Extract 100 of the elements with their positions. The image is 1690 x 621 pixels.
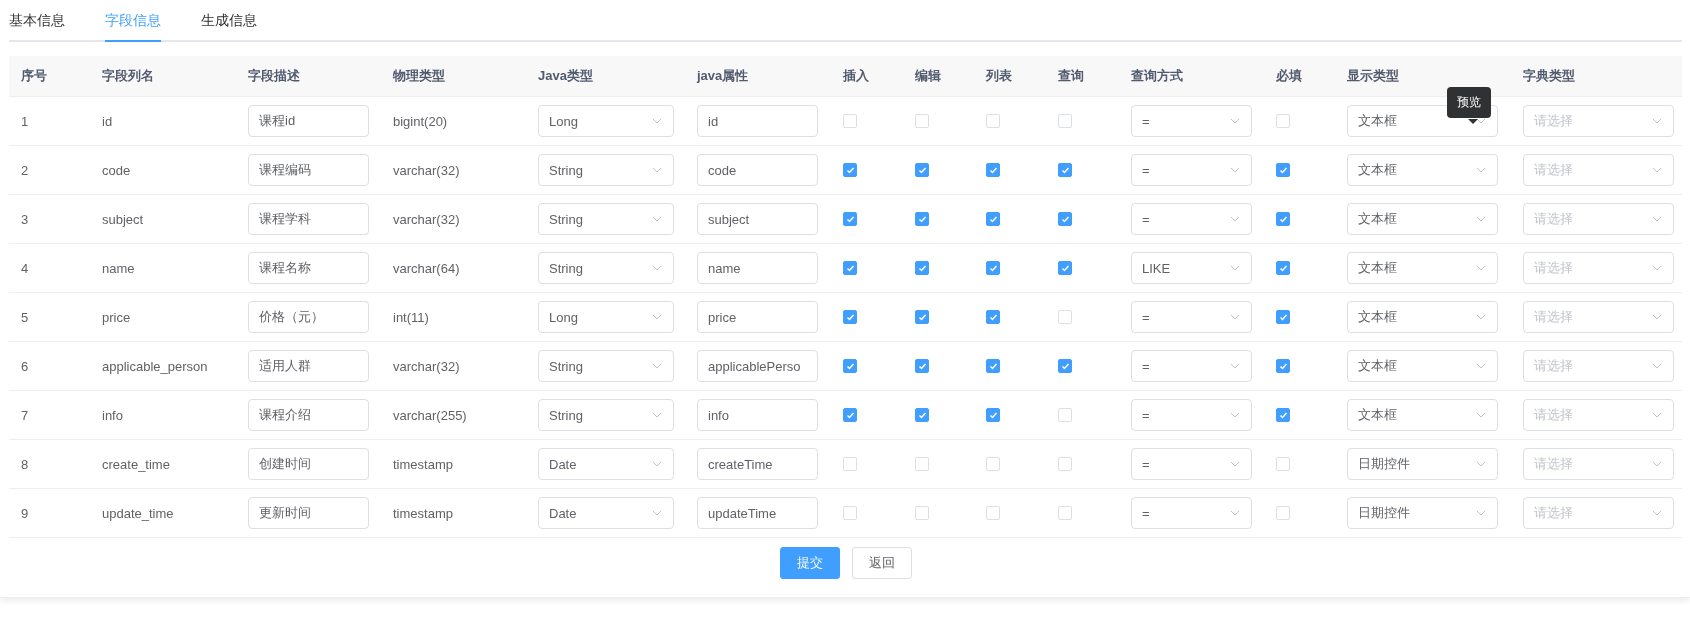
checkbox[interactable] <box>986 212 1000 226</box>
select-field[interactable]: = <box>1131 448 1252 480</box>
checkbox[interactable] <box>1058 359 1072 373</box>
select-field[interactable]: = <box>1131 105 1252 137</box>
select-field[interactable]: String <box>538 154 674 186</box>
check-icon <box>917 263 927 273</box>
input-field[interactable]: 课程学科 <box>248 203 369 235</box>
column-header: 编辑 <box>915 67 941 85</box>
checkbox[interactable] <box>986 310 1000 324</box>
column-header: 显示类型 <box>1347 67 1399 85</box>
check-icon <box>988 410 998 420</box>
checkbox[interactable] <box>915 359 929 373</box>
select-field[interactable]: String <box>538 399 674 431</box>
checkbox[interactable] <box>986 408 1000 422</box>
input-field[interactable]: 适用人群 <box>248 350 369 382</box>
checkbox[interactable] <box>915 310 929 324</box>
select-field[interactable]: 文本框 <box>1347 301 1498 333</box>
table-cell: 3 <box>21 211 29 227</box>
select-field[interactable]: = <box>1131 203 1252 235</box>
check-icon <box>917 312 927 322</box>
input-field[interactable]: id <box>697 105 818 137</box>
check-icon <box>988 214 998 224</box>
select-field[interactable]: Long <box>538 105 674 137</box>
select-field[interactable]: 文本框 <box>1347 399 1498 431</box>
input-field[interactable]: name <box>697 252 818 284</box>
select-field[interactable]: = <box>1131 399 1252 431</box>
checkbox[interactable] <box>1276 163 1290 177</box>
column-header: 查询方式 <box>1131 67 1183 85</box>
input-field[interactable]: 更新时间 <box>248 497 369 529</box>
checkbox[interactable] <box>843 408 857 422</box>
checkbox[interactable] <box>986 261 1000 275</box>
checkbox[interactable] <box>843 163 857 177</box>
checkbox[interactable] <box>915 408 929 422</box>
select-field[interactable]: String <box>538 252 674 284</box>
table-cell: 8 <box>21 456 29 472</box>
check-icon <box>1060 263 1070 273</box>
select-field[interactable]: = <box>1131 350 1252 382</box>
select-field[interactable]: 日期控件 <box>1347 497 1498 529</box>
select-field[interactable]: LIKE <box>1131 252 1252 284</box>
table-cell: varchar(32) <box>393 358 460 374</box>
input-field[interactable]: 课程id <box>248 105 369 137</box>
select-field[interactable]: = <box>1131 154 1252 186</box>
input-field[interactable]: info <box>697 399 818 431</box>
select-field[interactable]: = <box>1131 497 1252 529</box>
select-field[interactable]: Long <box>538 301 674 333</box>
table-cell: timestamp <box>393 456 453 472</box>
select-field[interactable]: 文本框 <box>1347 203 1498 235</box>
input-field[interactable]: 价格（元） <box>248 301 369 333</box>
checkbox[interactable] <box>915 163 929 177</box>
checkbox[interactable] <box>843 359 857 373</box>
input-field[interactable]: 创建时间 <box>248 448 369 480</box>
input-field[interactable]: price <box>697 301 818 333</box>
tab[interactable]: 生成信息 <box>201 12 257 42</box>
input-field[interactable]: 课程编码 <box>248 154 369 186</box>
check-icon <box>845 165 855 175</box>
select-field[interactable]: = <box>1131 301 1252 333</box>
check-icon <box>917 410 927 420</box>
table-cell: info <box>102 407 123 423</box>
check-icon <box>1278 312 1288 322</box>
check-icon <box>1278 361 1288 371</box>
checkbox[interactable] <box>1276 212 1290 226</box>
checkbox[interactable] <box>1058 261 1072 275</box>
checkbox[interactable] <box>1058 163 1072 177</box>
column-header: 字段列名 <box>102 67 154 85</box>
input-field[interactable]: 课程名称 <box>248 252 369 284</box>
select-field[interactable]: String <box>538 203 674 235</box>
input-field[interactable]: subject <box>697 203 818 235</box>
back-button[interactable]: 返回 <box>851 547 912 579</box>
checkbox[interactable] <box>1276 310 1290 324</box>
checkbox[interactable] <box>915 261 929 275</box>
table-cell: int(11) <box>393 309 429 325</box>
checkbox[interactable] <box>1276 408 1290 422</box>
checkbox[interactable] <box>843 310 857 324</box>
select-field[interactable]: 文本框 <box>1347 252 1498 284</box>
table-cell: varchar(255) <box>393 407 467 423</box>
select-field[interactable]: Date <box>538 448 674 480</box>
checkbox[interactable] <box>986 359 1000 373</box>
input-field[interactable]: updateTime <box>697 497 818 529</box>
checkbox[interactable] <box>843 212 857 226</box>
checkbox[interactable] <box>1276 359 1290 373</box>
input-field[interactable]: code <box>697 154 818 186</box>
select-field[interactable]: String <box>538 350 674 382</box>
checkbox[interactable] <box>1058 212 1072 226</box>
checkbox[interactable] <box>986 163 1000 177</box>
check-icon <box>1278 410 1288 420</box>
select-field[interactable]: 文本框 <box>1347 154 1498 186</box>
tab[interactable]: 基本信息 <box>9 12 65 42</box>
column-header: java属性 <box>697 67 749 85</box>
input-field[interactable]: createTime <box>697 448 818 480</box>
select-field[interactable]: 文本框 <box>1347 350 1498 382</box>
checkbox[interactable] <box>1276 261 1290 275</box>
input-field[interactable]: 课程介绍 <box>248 399 369 431</box>
table-cell: 2 <box>21 162 29 178</box>
select-field[interactable]: Date <box>538 497 674 529</box>
input-field[interactable]: applicablePerso <box>697 350 818 382</box>
checkbox[interactable] <box>843 261 857 275</box>
select-field[interactable]: 日期控件 <box>1347 448 1498 480</box>
table-cell: varchar(64) <box>393 260 460 276</box>
checkbox[interactable] <box>915 212 929 226</box>
check-icon <box>1278 263 1288 273</box>
